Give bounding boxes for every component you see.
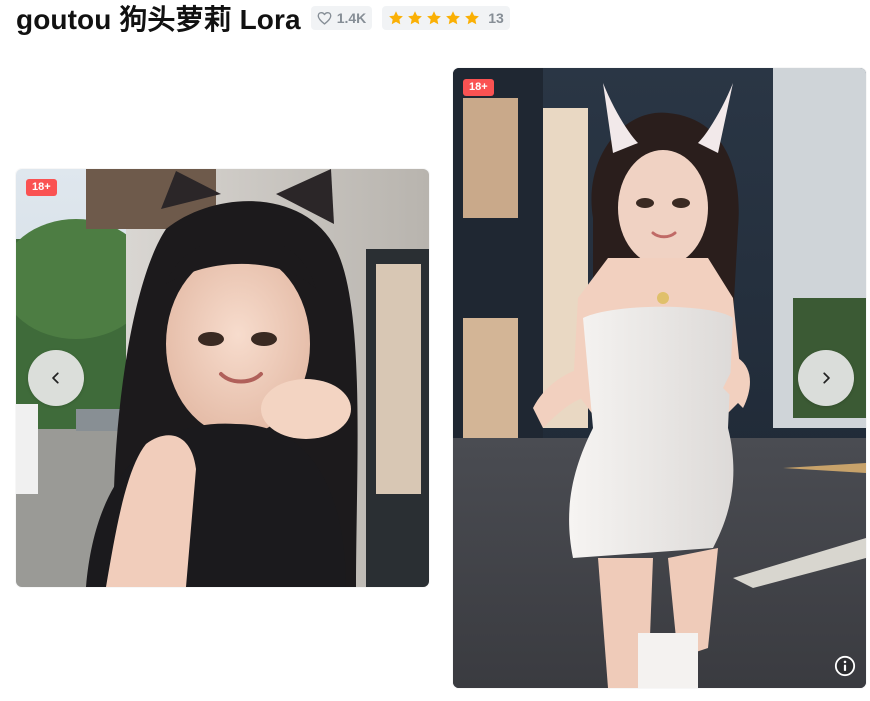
likes-badge[interactable]: 1.4K — [310, 6, 373, 30]
chevron-left-icon — [52, 372, 59, 384]
info-icon[interactable] — [834, 655, 856, 677]
star-icon — [408, 11, 423, 25]
heart-icon — [317, 12, 332, 25]
rating-count: 13 — [488, 10, 504, 26]
rating-badge[interactable]: 13 — [382, 6, 510, 30]
chevron-right-icon — [823, 372, 830, 384]
star-icon — [446, 11, 461, 25]
nsfw-badge: 18+ — [26, 179, 57, 196]
star-icon — [465, 11, 480, 25]
page-title: goutou 狗头萝莉 Lora — [16, 4, 301, 35]
nsfw-badge: 18+ — [463, 79, 494, 96]
carousel-next-button[interactable] — [798, 350, 854, 406]
rating-stars — [388, 10, 480, 26]
star-icon — [427, 11, 442, 25]
model-header: goutou 狗头萝莉 Lora 1.4K 13 — [16, 0, 510, 36]
carousel-prev-button[interactable] — [28, 350, 84, 406]
likes-count: 1.4K — [336, 10, 367, 26]
star-icon — [389, 11, 404, 25]
